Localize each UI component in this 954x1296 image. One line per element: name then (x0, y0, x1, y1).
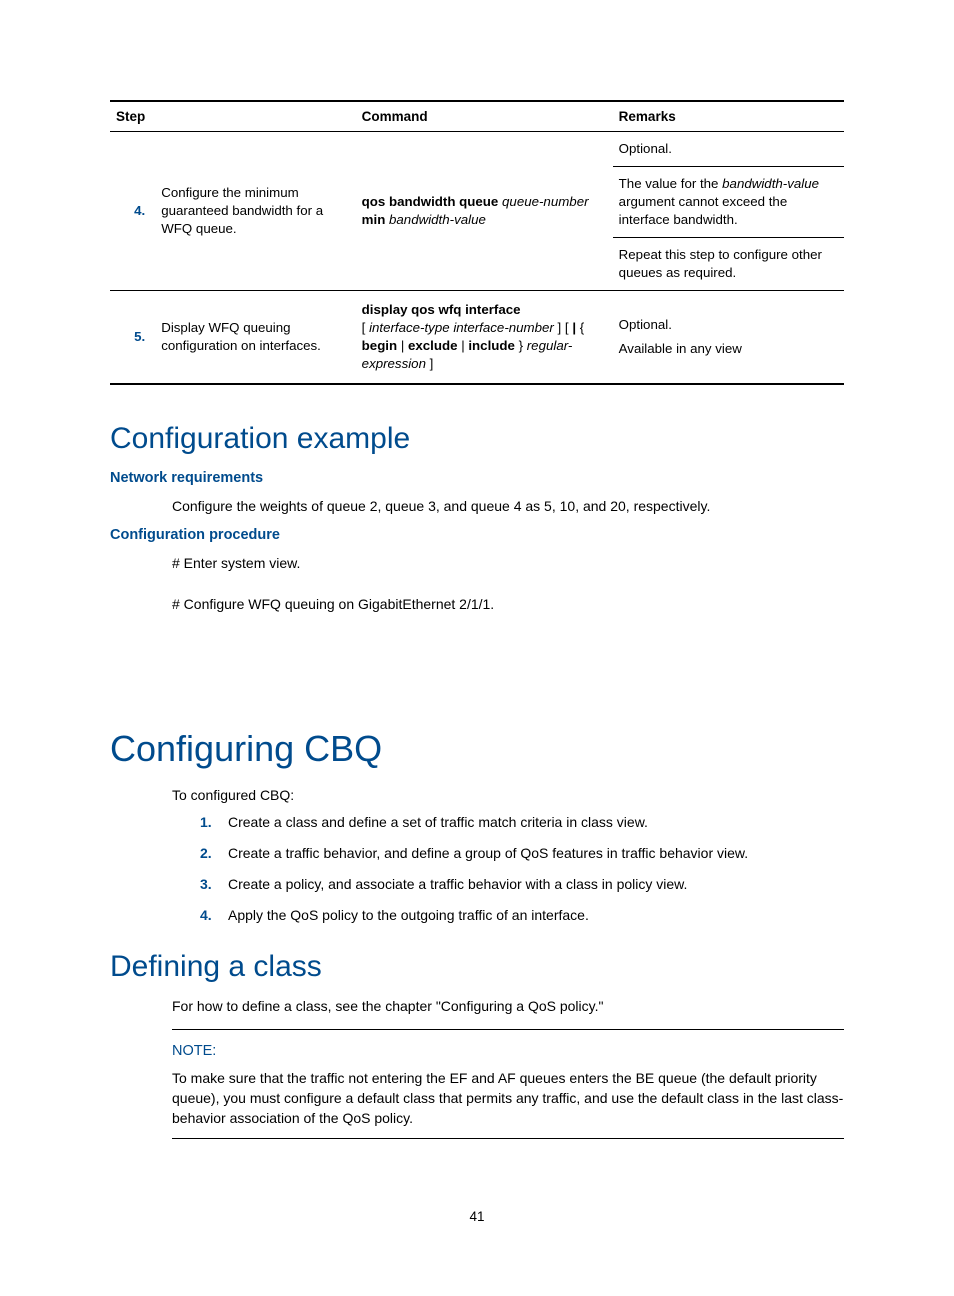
list-item: Apply the QoS policy to the outgoing tra… (200, 906, 844, 925)
note-label: NOTE: (172, 1042, 844, 1062)
command-cell: qos bandwidth queue queue-number min ban… (356, 132, 613, 291)
heading-configuring-cbq: Configuring CBQ (110, 725, 844, 774)
step-number: 5. (110, 290, 155, 383)
page-number: 41 (0, 1208, 954, 1226)
table-row: 4. Configure the minimum guaranteed band… (110, 132, 844, 291)
heading-network-requirements: Network requirements (110, 469, 844, 489)
command-cell: display qos wfq interface[ interface-typ… (356, 290, 613, 383)
remark-line: Available in any view (619, 340, 838, 358)
remark-line: Repeat this step to configure other queu… (613, 238, 844, 290)
step-number: 4. (110, 132, 155, 291)
remark-line: Optional. (619, 316, 838, 334)
cbq-intro: To configured CBQ: (172, 786, 844, 806)
note-body: To make sure that the traffic not enteri… (172, 1069, 844, 1128)
list-item: Create a traffic behavior, and define a … (200, 844, 844, 863)
note-box: NOTE: To make sure that the traffic not … (172, 1029, 844, 1139)
col-step: Step (110, 101, 356, 132)
step-desc: Display WFQ queuing configuration on int… (155, 290, 355, 383)
cbq-steps-list: Create a class and define a set of traff… (200, 813, 844, 925)
heading-configuration-procedure: Configuration procedure (110, 526, 844, 546)
procedure-line: # Enter system view. (172, 554, 844, 574)
col-remarks: Remarks (613, 101, 844, 132)
heading-defining-class: Defining a class (110, 947, 844, 988)
defining-class-body: For how to define a class, see the chapt… (172, 997, 844, 1017)
steps-table: Step Command Remarks 4. Configure the mi… (110, 100, 844, 385)
col-command: Command (356, 101, 613, 132)
step-desc: Configure the minimum guaranteed bandwid… (155, 132, 355, 291)
procedure-line: # Configure WFQ queuing on GigabitEthern… (172, 595, 844, 615)
table-row: 5. Display WFQ queuing configuration on … (110, 290, 844, 383)
network-requirements-body: Configure the weights of queue 2, queue … (172, 497, 844, 517)
remarks-cell: Optional. Available in any view (613, 290, 844, 383)
remark-line: The value for the bandwidth-value argume… (613, 167, 844, 238)
list-item: Create a policy, and associate a traffic… (200, 875, 844, 894)
remarks-cell: Optional. The value for the bandwidth-va… (613, 132, 844, 291)
list-item: Create a class and define a set of traff… (200, 813, 844, 832)
heading-configuration-example: Configuration example (110, 419, 844, 460)
remark-line: Optional. (613, 132, 844, 167)
